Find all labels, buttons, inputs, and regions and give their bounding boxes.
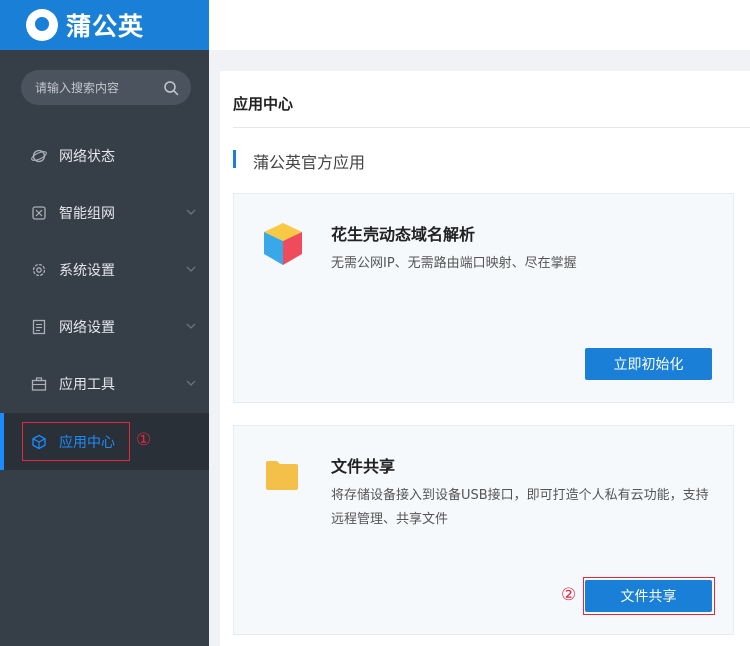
folder-icon: [266, 461, 298, 490]
chevron-down-icon: [186, 323, 196, 329]
active-indicator: [0, 413, 4, 470]
globe-icon: [31, 149, 47, 162]
sidebar-item-label: 智能组网: [59, 205, 115, 222]
section-title: 蒲公英官方应用: [253, 153, 366, 172]
annotation-step-1: ①: [136, 430, 152, 450]
search-icon[interactable]: [163, 80, 179, 96]
chevron-down-icon: [186, 209, 196, 215]
top-bar: [209, 0, 750, 50]
initialize-button[interactable]: 立即初始化: [585, 348, 712, 380]
peanut-shell-cube-icon: [264, 223, 302, 265]
annotation-highlight-box: [22, 422, 130, 461]
section-accent-bar: [233, 150, 236, 168]
search-box[interactable]: [21, 70, 191, 105]
sidebar-item-label: 网络设置: [59, 319, 115, 336]
sidebar-item-label: 系统设置: [59, 262, 115, 279]
app-title: 文件共享: [331, 457, 396, 476]
brand-name: 蒲公英: [66, 12, 145, 41]
page-title: 应用中心: [233, 95, 294, 113]
sidebar-item-app-tools[interactable]: 应用工具: [0, 355, 209, 412]
app-card-peanut-shell: 花生壳动态域名解析 无需公网IP、无需路由端口映射、尽在掌握 立即初始化: [233, 193, 734, 403]
divider: [233, 127, 750, 128]
sidebar: 蒲公英 网络状态 智能组网 系统设置: [0, 0, 209, 646]
document-icon: [32, 319, 46, 334]
sidebar-item-network-settings[interactable]: 网络设置: [0, 298, 209, 355]
sidebar-item-network-status[interactable]: 网络状态: [0, 127, 209, 184]
logo-bar: 蒲公英: [0, 0, 209, 50]
search-input[interactable]: [35, 80, 163, 95]
app-description: 无需公网IP、无需路由端口映射、尽在掌握: [331, 256, 577, 271]
content-panel: 应用中心 蒲公英官方应用 花生壳动态域名解析 无需公网IP、无需路由端口映射、尽…: [220, 71, 750, 646]
sidebar-item-label: 网络状态: [59, 148, 115, 165]
annotation-highlight-box: [583, 577, 715, 615]
network-icon: [32, 205, 46, 220]
app-description: 将存储设备接入到设备USB接口，即可打造个人私有云功能，支持远程管理、共享文件: [331, 488, 709, 527]
app-title: 花生壳动态域名解析: [331, 225, 476, 244]
toolbox-icon: [31, 376, 47, 391]
sidebar-item-label: 应用工具: [59, 376, 115, 393]
sidebar-item-smart-networking[interactable]: 智能组网: [0, 184, 209, 241]
chevron-down-icon: [186, 380, 196, 386]
logo-icon: [26, 9, 58, 41]
sidebar-item-system-settings[interactable]: 系统设置: [0, 241, 209, 298]
chevron-down-icon: [186, 266, 196, 272]
annotation-step-2: ②: [561, 585, 577, 605]
gear-icon: [32, 263, 46, 276]
